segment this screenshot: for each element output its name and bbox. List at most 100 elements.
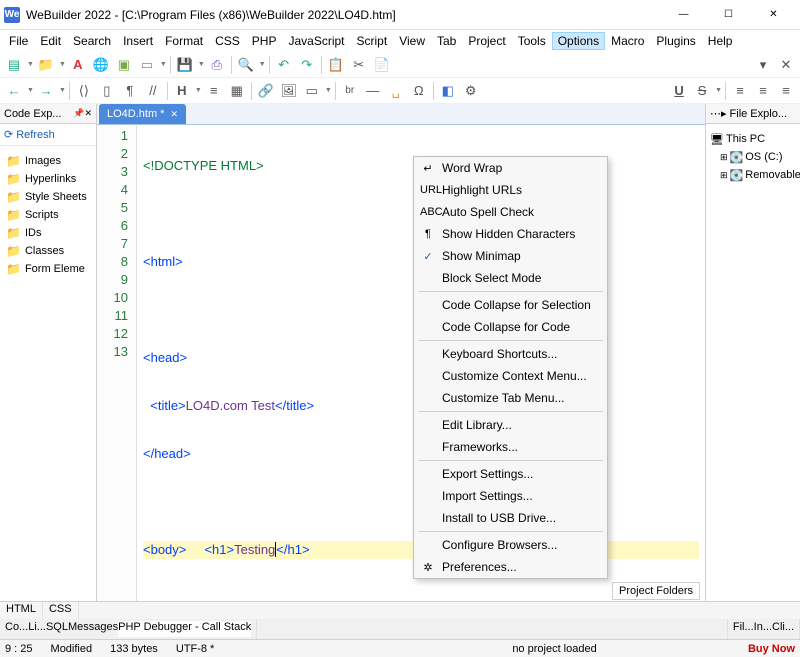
comment-icon[interactable]: // xyxy=(142,80,164,102)
menu-options[interactable]: Options xyxy=(552,32,605,50)
pin-icon[interactable]: 📌✕ xyxy=(73,108,92,119)
omega-icon[interactable]: Ω xyxy=(408,80,430,102)
p-icon[interactable]: ¶ xyxy=(119,80,141,102)
cut-icon[interactable]: ✂ xyxy=(348,54,370,76)
menu-item[interactable]: Export Settings... xyxy=(414,463,607,485)
folder-item[interactable]: 📁Images xyxy=(0,152,96,170)
menu-format[interactable]: Format xyxy=(159,32,209,50)
arrow-right-icon[interactable]: → xyxy=(35,80,57,102)
undo-icon[interactable]: ↶ xyxy=(273,54,295,76)
menu-item[interactable]: Import Settings... xyxy=(414,485,607,507)
bottom-tab[interactable]: SQL xyxy=(46,621,68,637)
dropdown-icon[interactable]: ▾ xyxy=(752,54,774,76)
copy-icon[interactable]: 📋 xyxy=(325,54,347,76)
menu-item[interactable]: Configure Browsers... xyxy=(414,534,607,556)
bottom-tab[interactable]: CSS xyxy=(43,602,79,619)
save-icon[interactable]: 💾 xyxy=(174,54,196,76)
menu-item[interactable]: Block Select Mode xyxy=(414,267,607,289)
menu-item[interactable]: Frameworks... xyxy=(414,436,607,458)
menu-item[interactable]: Code Collapse for Code xyxy=(414,316,607,338)
menu-javascript[interactable]: JavaScript xyxy=(282,32,350,50)
br-icon[interactable]: br xyxy=(339,80,361,102)
align-left-icon[interactable]: ≡ xyxy=(729,80,751,102)
minimize-button[interactable]: — xyxy=(661,0,706,30)
buy-now-link[interactable]: Buy Now xyxy=(748,643,795,655)
save-all-icon[interactable]: ⎙ xyxy=(206,54,228,76)
link-icon[interactable]: 🔗 xyxy=(255,80,277,102)
folder-item[interactable]: 📁Style Sheets xyxy=(0,188,96,206)
menu-item[interactable]: Keyboard Shortcuts... xyxy=(414,343,607,365)
menu-view[interactable]: View xyxy=(393,32,431,50)
bottom-tab[interactable]: Fil... xyxy=(733,621,754,637)
search-icon[interactable]: 🔍 xyxy=(235,54,257,76)
tree-item[interactable]: ⊞💽Removable D xyxy=(706,166,800,184)
menu-plugins[interactable]: Plugins xyxy=(650,32,701,50)
style-icon[interactable]: ◧ xyxy=(437,80,459,102)
menu-help[interactable]: Help xyxy=(702,32,739,50)
bottom-tab[interactable]: PHP Debugger - Call Stack xyxy=(118,621,251,637)
menu-search[interactable]: Search xyxy=(67,32,117,50)
align-right-icon[interactable]: ≡ xyxy=(775,80,797,102)
bottom-tab[interactable]: Messages xyxy=(68,621,118,637)
folder-item[interactable]: 📁Form Eleme xyxy=(0,260,96,278)
menu-item[interactable]: ¶Show Hidden Characters xyxy=(414,223,607,245)
table-icon[interactable]: ▦ xyxy=(226,80,248,102)
folder-item[interactable]: 📁Classes xyxy=(0,242,96,260)
menu-edit[interactable]: Edit xyxy=(34,32,67,50)
file-tab[interactable]: LO4D.htm *✕ xyxy=(99,104,186,124)
menu-item[interactable]: ✓Show Minimap xyxy=(414,245,607,267)
menu-css[interactable]: CSS xyxy=(209,32,246,50)
refresh-button[interactable]: ⟳ Refresh xyxy=(0,124,96,146)
menu-file[interactable]: File xyxy=(3,32,34,50)
menu-item[interactable]: ↵Word Wrap xyxy=(414,157,607,179)
bottom-tab[interactable]: Li... xyxy=(28,621,46,637)
close-button[interactable]: ✕ xyxy=(751,0,796,30)
card-icon[interactable]: ▭ xyxy=(136,54,158,76)
bottom-tab[interactable]: Cli... xyxy=(772,621,794,637)
menu-item[interactable]: Install to USB Drive... xyxy=(414,507,607,529)
tab-close-icon[interactable]: ✕ xyxy=(170,109,178,120)
menu-item[interactable]: Customize Tab Menu... xyxy=(414,387,607,409)
menu-project[interactable]: Project xyxy=(462,32,511,50)
underline-icon[interactable]: U xyxy=(668,80,690,102)
script-icon[interactable]: ⚙ xyxy=(460,80,482,102)
nbsp-icon[interactable]: ␣ xyxy=(385,80,407,102)
tag-icon[interactable]: ⟨⟩ xyxy=(73,80,95,102)
menu-script[interactable]: Script xyxy=(351,32,394,50)
close-panel-icon[interactable]: ✕ xyxy=(775,54,797,76)
align-center-icon[interactable]: ≡ xyxy=(752,80,774,102)
folder-icon[interactable]: 📁 xyxy=(35,54,57,76)
globe-icon[interactable]: 🌐 xyxy=(90,54,112,76)
h-icon[interactable]: H xyxy=(171,80,193,102)
bottom-tab[interactable]: HTML xyxy=(0,602,43,619)
new-file-icon[interactable]: ▤ xyxy=(3,54,25,76)
menu-item[interactable]: Edit Library... xyxy=(414,414,607,436)
menu-tools[interactable]: Tools xyxy=(512,32,552,50)
tree-item[interactable]: ⊞💽OS (C:) xyxy=(706,148,800,166)
bottom-tab[interactable]: In... xyxy=(754,621,772,637)
menu-item[interactable]: ✲Preferences... xyxy=(414,556,607,578)
form-icon[interactable]: ▭ xyxy=(301,80,323,102)
folder-item[interactable]: 📁Hyperlinks xyxy=(0,170,96,188)
code-editor[interactable]: 12345678910111213 <!DOCTYPE HTML> <html>… xyxy=(97,125,705,601)
bottom-tab[interactable]: Co... xyxy=(5,621,28,637)
menu-item[interactable]: Customize Context Menu... xyxy=(414,365,607,387)
arrow-left-icon[interactable]: ← xyxy=(3,80,25,102)
tree-item[interactable]: 🖥This PC xyxy=(706,130,800,148)
image-icon[interactable]: 🖼 xyxy=(278,80,300,102)
div-icon[interactable]: ▯ xyxy=(96,80,118,102)
menu-insert[interactable]: Insert xyxy=(117,32,159,50)
menu-php[interactable]: PHP xyxy=(246,32,283,50)
maximize-button[interactable]: ☐ xyxy=(706,0,751,30)
folder-item[interactable]: 📁Scripts xyxy=(0,206,96,224)
menu-item[interactable]: URLHighlight URLs xyxy=(414,179,607,201)
redo-icon[interactable]: ↷ xyxy=(296,54,318,76)
strike-icon[interactable]: S xyxy=(691,80,713,102)
book-icon[interactable]: ▣ xyxy=(113,54,135,76)
a-icon[interactable]: A xyxy=(67,54,89,76)
folder-item[interactable]: 📁IDs xyxy=(0,224,96,242)
paste-icon[interactable]: 📄 xyxy=(371,54,393,76)
menu-item[interactable]: ABCAuto Spell Check xyxy=(414,201,607,223)
menu-item[interactable]: Code Collapse for Selection xyxy=(414,294,607,316)
list-icon[interactable]: ≡ xyxy=(203,80,225,102)
